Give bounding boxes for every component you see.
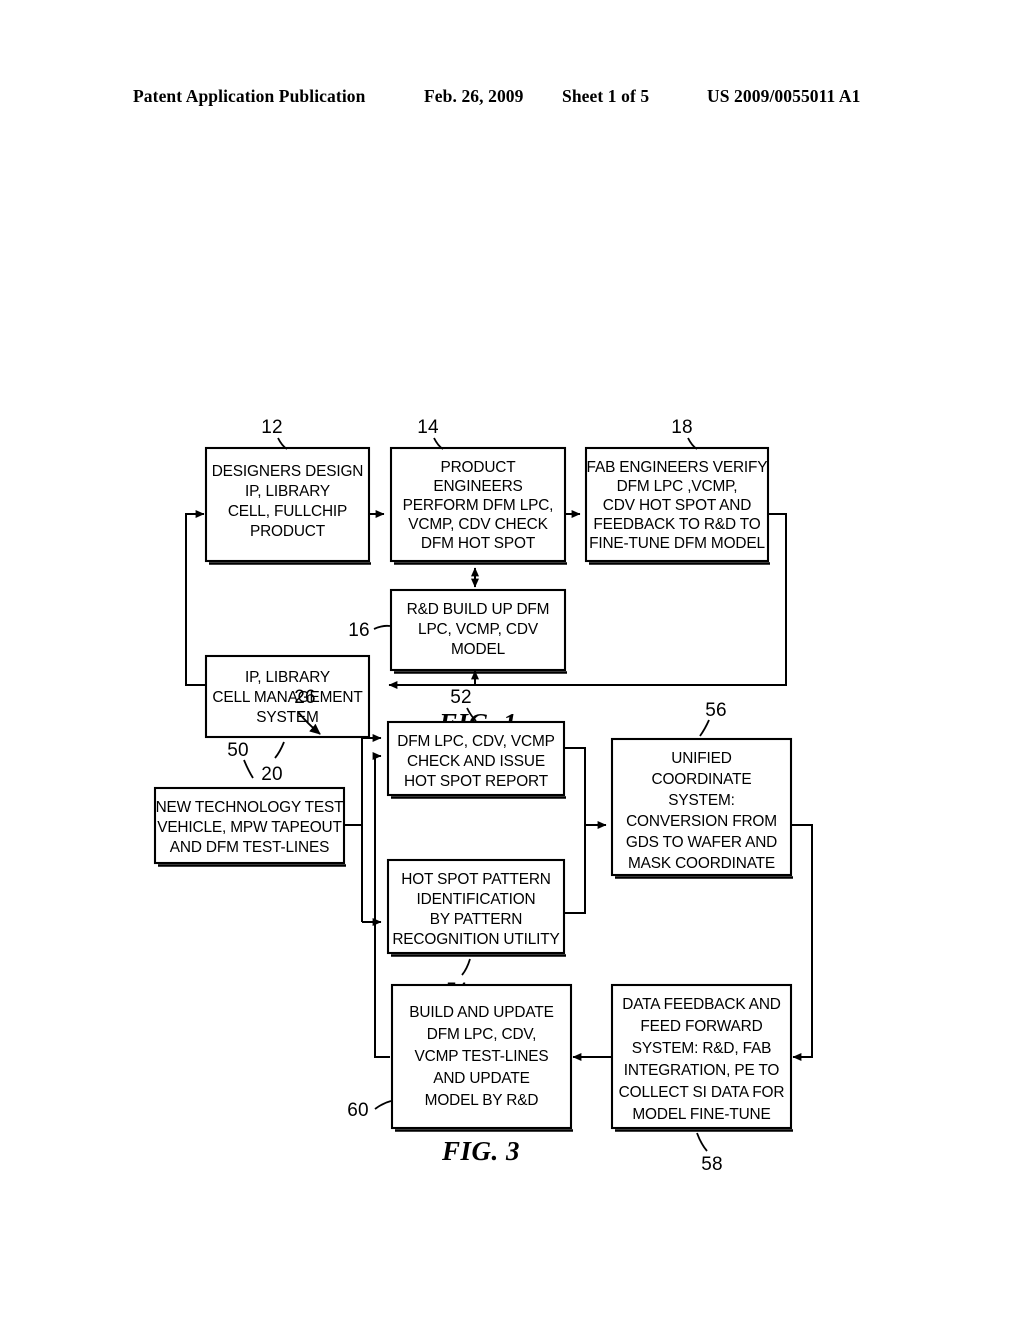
fig3-box54-line-0: HOT SPOT PATTERN (401, 871, 551, 888)
leader-arrow-ref-26 (297, 711, 321, 735)
header-sheet-label: Sheet 1 of 5 (562, 86, 650, 106)
fig3-box58-line-2: SYSTEM: R&D, FAB (632, 1040, 772, 1057)
fig1-box18-line-4: FINE-TUNE DFM MODEL (589, 535, 765, 552)
figure-1: DESIGNERS DESIGN IP, LIBRARY CELL, FULLC… (0, 190, 1024, 785)
fig1-box14-line-2: PERFORM DFM LPC, (403, 497, 554, 514)
fig3-box58-line-3: INTEGRATION, PE TO (624, 1062, 780, 1079)
fig3-box56-line-5: MASK COORDINATE (628, 855, 775, 872)
fig1-box-fab-engineers: FAB ENGINEERS VERIFY DFM LPC ,VCMP, CDV … (584, 446, 770, 565)
fig3-box52-line-0: DFM LPC, CDV, VCMP (397, 733, 555, 750)
ref-number-18: 18 (671, 417, 693, 438)
fig3-box-data-feedback: DATA FEEDBACK AND FEED FORWARD SYSTEM: R… (610, 983, 793, 1132)
ref-number-12: 12 (261, 417, 283, 438)
fig1-box18-line-2: CDV HOT SPOT AND (603, 497, 751, 514)
line-pattern-identification-to-merge (564, 825, 586, 914)
fig3-box50-line-2: AND DFM TEST-LINES (170, 839, 330, 856)
figure-3: 26 NEW TECHNOLOGY TEST VEHICLE, MPW TAPE… (0, 660, 1024, 1180)
fig3-box60-line-2: VCMP TEST-LINES (414, 1048, 548, 1065)
fig1-box18-line-3: FEEDBACK TO R&D TO (593, 516, 760, 533)
fig1-box16-line-2: MODEL (451, 641, 506, 658)
header-date-label: Feb. 26, 2009 (424, 86, 524, 106)
fig3-box60-line-3: AND UPDATE (433, 1070, 530, 1087)
fig3-box-build-update-model: BUILD AND UPDATE DFM LPC, CDV, VCMP TEST… (390, 983, 573, 1132)
fig3-box56-line-4: GDS TO WAFER AND (626, 834, 777, 851)
fig1-box12-line-0: DESIGNERS DESIGN (212, 463, 364, 480)
fig3-box58-line-4: COLLECT SI DATA FOR (619, 1084, 785, 1101)
fig3-box54-line-3: RECOGNITION UTILITY (392, 931, 559, 948)
fig1-box14-line-0: PRODUCT (440, 459, 516, 476)
leader-line-ref-56 (699, 719, 710, 737)
fig3-box-test-vehicle: NEW TECHNOLOGY TEST VEHICLE, MPW TAPEOUT… (153, 786, 346, 867)
fig3-box-pattern-identification: HOT SPOT PATTERN IDENTIFICATION BY PATTE… (386, 858, 566, 957)
fig3-box56-line-1: COORDINATE (652, 771, 752, 788)
ref-number-52: 52 (450, 687, 472, 708)
fig3-box52-line-1: CHECK AND ISSUE (407, 753, 545, 770)
fig1-box12-line-1: IP, LIBRARY (245, 483, 330, 500)
ref-number-14: 14 (417, 417, 439, 438)
fig1-box14-line-4: DFM HOT SPOT (421, 535, 536, 552)
fig3-box58-line-1: FEED FORWARD (640, 1018, 762, 1035)
fig1-box14-line-3: VCMP, CDV CHECK (408, 516, 548, 533)
fig3-box50-line-1: VEHICLE, MPW TAPEOUT (157, 819, 342, 836)
fig1-box-designers-design: DESIGNERS DESIGN IP, LIBRARY CELL, FULLC… (204, 446, 371, 565)
fig3-box-check-issue-report: DFM LPC, CDV, VCMP CHECK AND ISSUE HOT S… (386, 720, 566, 799)
fig1-box12-line-3: PRODUCT (250, 523, 326, 540)
fig3-box54-line-2: BY PATTERN (430, 911, 523, 928)
fig1-box18-line-0: FAB ENGINEERS VERIFY (587, 459, 768, 476)
leader-line-ref-60 (374, 1100, 392, 1110)
arrow-check-issue-to-unified-coordinate (564, 747, 607, 829)
fig3-box56-line-2: SYSTEM: (668, 792, 735, 809)
fig1-box14-line-1: ENGINEERS (433, 478, 522, 495)
leader-line-ref-50 (243, 759, 254, 779)
fig3-box58-line-0: DATA FEEDBACK AND (622, 996, 781, 1013)
fig3-box54-line-1: IDENTIFICATION (416, 891, 535, 908)
figure-3-caption: FIG. 3 (441, 1136, 520, 1166)
leader-line-ref-54 (461, 958, 471, 976)
fig3-box60-line-4: MODEL BY R&D (425, 1092, 539, 1109)
leader-line-ref-16 (373, 624, 391, 630)
fig1-box18-line-1: DFM LPC ,VCMP, (617, 478, 738, 495)
ref-number-16: 16 (348, 620, 370, 641)
fig3-box-unified-coordinate: UNIFIED COORDINATE SYSTEM: CONVERSION FR… (610, 737, 793, 879)
fig3-box56-line-0: UNIFIED (671, 750, 732, 767)
ref-number-58: 58 (701, 1154, 723, 1175)
fig3-box58-line-5: MODEL FINE-TUNE (632, 1106, 770, 1123)
ref-number-60: 60 (347, 1100, 369, 1121)
ref-number-56: 56 (705, 700, 727, 721)
header-patent-number: US 2009/0055011 A1 (707, 86, 861, 106)
fig3-box60-line-0: BUILD AND UPDATE (409, 1004, 553, 1021)
leader-line-ref-52 (466, 707, 477, 722)
fig1-box16-line-1: LPC, VCMP, CDV (418, 621, 539, 638)
fig3-box56-line-3: CONVERSION FROM (626, 813, 777, 830)
fig3-box60-line-1: DFM LPC, CDV, (427, 1026, 537, 1043)
fig3-system-ref-26: 26 (294, 687, 321, 735)
header-publication-label: Patent Application Publication (133, 86, 366, 106)
ref-number-26: 26 (294, 687, 316, 708)
fig3-box52-line-2: HOT SPOT REPORT (404, 773, 549, 790)
fig1-box16-line-0: R&D BUILD UP DFM (407, 601, 550, 618)
page-header: Patent Application Publication Feb. 26, … (0, 86, 1024, 112)
ref-number-50: 50 (227, 740, 249, 761)
arrow-unified-coordinate-to-data-feedback (791, 824, 813, 1061)
fig3-box50-line-0: NEW TECHNOLOGY TEST (156, 799, 345, 816)
leader-line-ref-58 (696, 1132, 708, 1152)
fig1-box-product-engineers: PRODUCT ENGINEERS PERFORM DFM LPC, VCMP,… (389, 446, 567, 565)
fig1-box12-line-2: CELL, FULLCHIP (228, 503, 347, 520)
